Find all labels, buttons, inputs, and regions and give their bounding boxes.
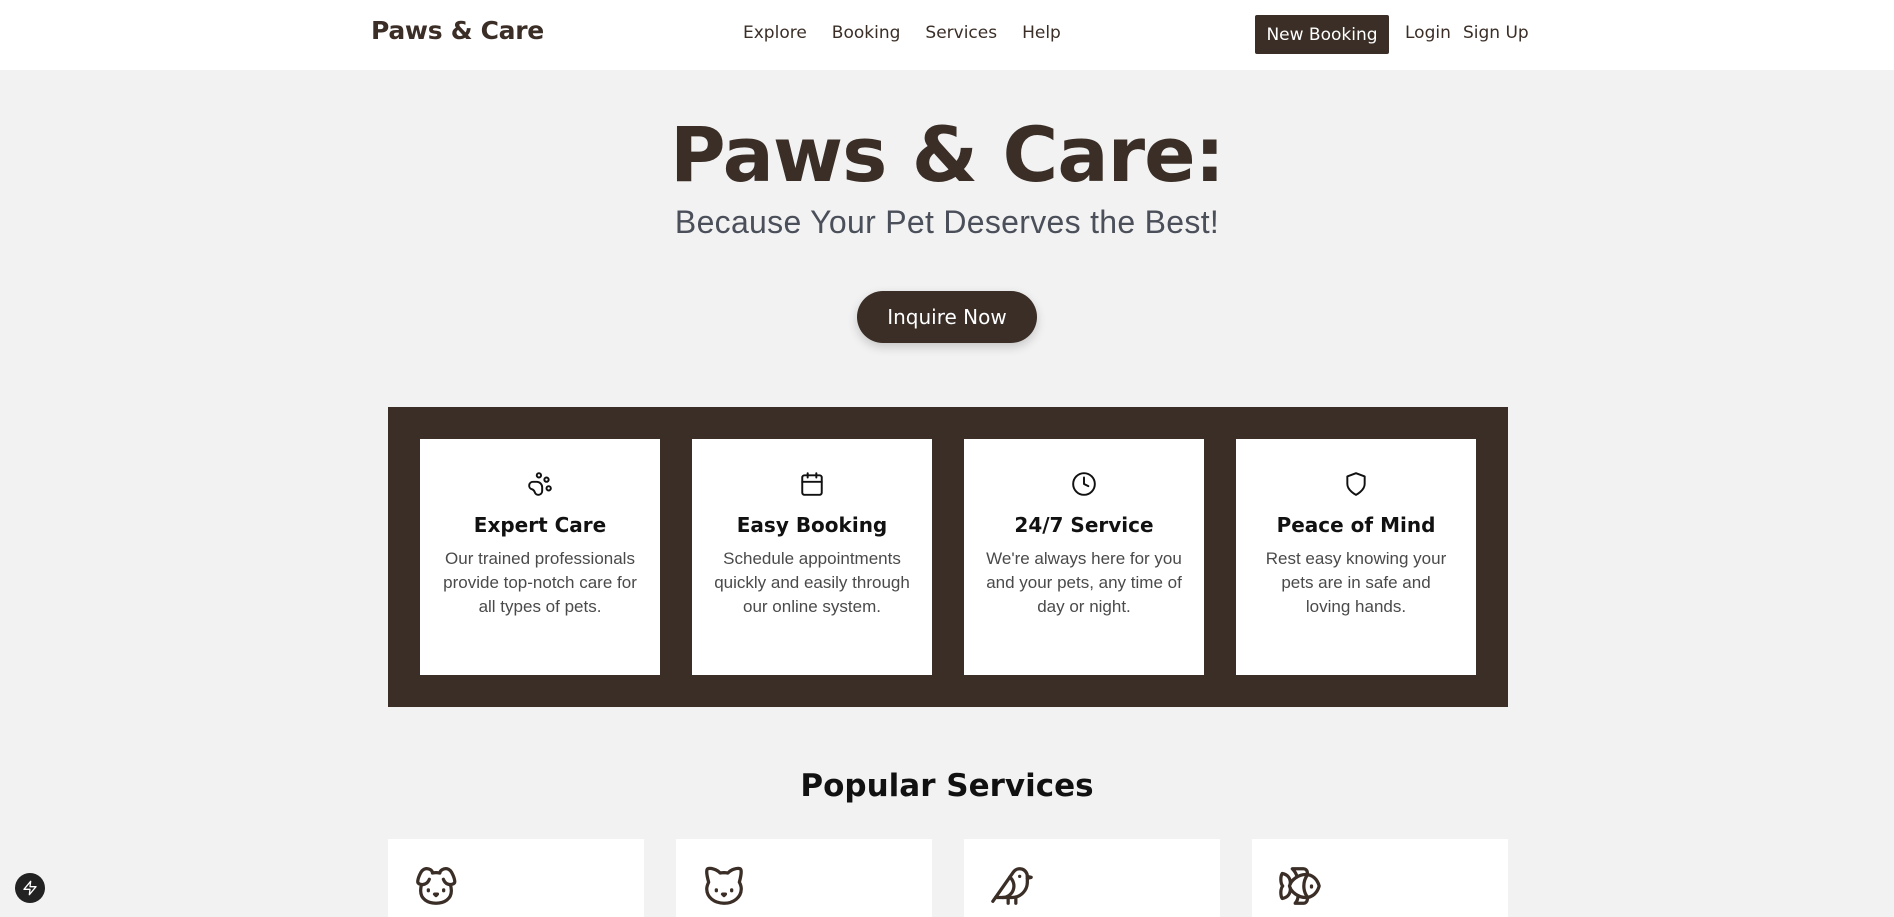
calendar-icon [692, 471, 932, 497]
feature-description: Rest easy knowing your pets are in safe … [1265, 549, 1447, 616]
feature-description: Schedule appointments quickly and easily… [714, 549, 910, 616]
service-card-fish[interactable] [1252, 839, 1508, 917]
signup-link[interactable]: Sign Up [1463, 23, 1529, 43]
nav-link-booking[interactable]: Booking [832, 23, 901, 43]
shield-icon [1236, 471, 1476, 497]
feature-description: Our trained professionals provide top-no… [443, 549, 637, 616]
inquire-now-button[interactable]: Inquire Now [857, 291, 1037, 343]
nav-link-services[interactable]: Services [925, 23, 997, 43]
hero-subtitle: Because Your Pet Deserves the Best! [674, 204, 1220, 240]
features-section: Expert Care Our trained professionals pr… [388, 407, 1508, 707]
service-card-dog[interactable] [388, 839, 644, 917]
paw-icon [420, 471, 660, 497]
fish-icon [1277, 863, 1323, 909]
feature-title: 24/7 Service [1014, 513, 1154, 537]
feature-title: Expert Care [473, 513, 607, 537]
hero-title: Paws & Care: [669, 110, 1225, 199]
nav-link-help[interactable]: Help [1022, 23, 1061, 43]
feature-description: We're always here for you and your pets,… [986, 549, 1182, 616]
service-card-bird[interactable] [964, 839, 1220, 917]
feature-card-peace-of-mind: Peace of Mind Rest easy knowing your pet… [1236, 439, 1476, 675]
dev-tools-bolt-button[interactable] [15, 873, 45, 903]
bird-icon [989, 863, 1035, 909]
nav-links: Explore Booking Services Help [743, 23, 1061, 43]
cat-icon [701, 863, 747, 909]
feature-card-expert-care: Expert Care Our trained professionals pr… [420, 439, 660, 675]
feature-card-24-7-service: 24/7 Service We're always here for you a… [964, 439, 1204, 675]
nav-link-explore[interactable]: Explore [743, 23, 807, 43]
login-link[interactable]: Login [1405, 23, 1451, 43]
dog-icon [413, 863, 459, 909]
feature-title: Easy Booking [736, 513, 888, 537]
popular-services-title: Popular Services [800, 768, 1094, 804]
feature-title: Peace of Mind [1276, 513, 1436, 537]
top-navbar: Paws & Care Explore Booking Services Hel… [0, 0, 1894, 70]
feature-card-easy-booking: Easy Booking Schedule appointments quick… [692, 439, 932, 675]
brand-logo[interactable]: Paws & Care [371, 16, 544, 45]
new-booking-button[interactable]: New Booking [1255, 15, 1389, 54]
service-card-cat[interactable] [676, 839, 932, 917]
bolt-icon [23, 880, 37, 896]
clock-icon [964, 471, 1204, 497]
